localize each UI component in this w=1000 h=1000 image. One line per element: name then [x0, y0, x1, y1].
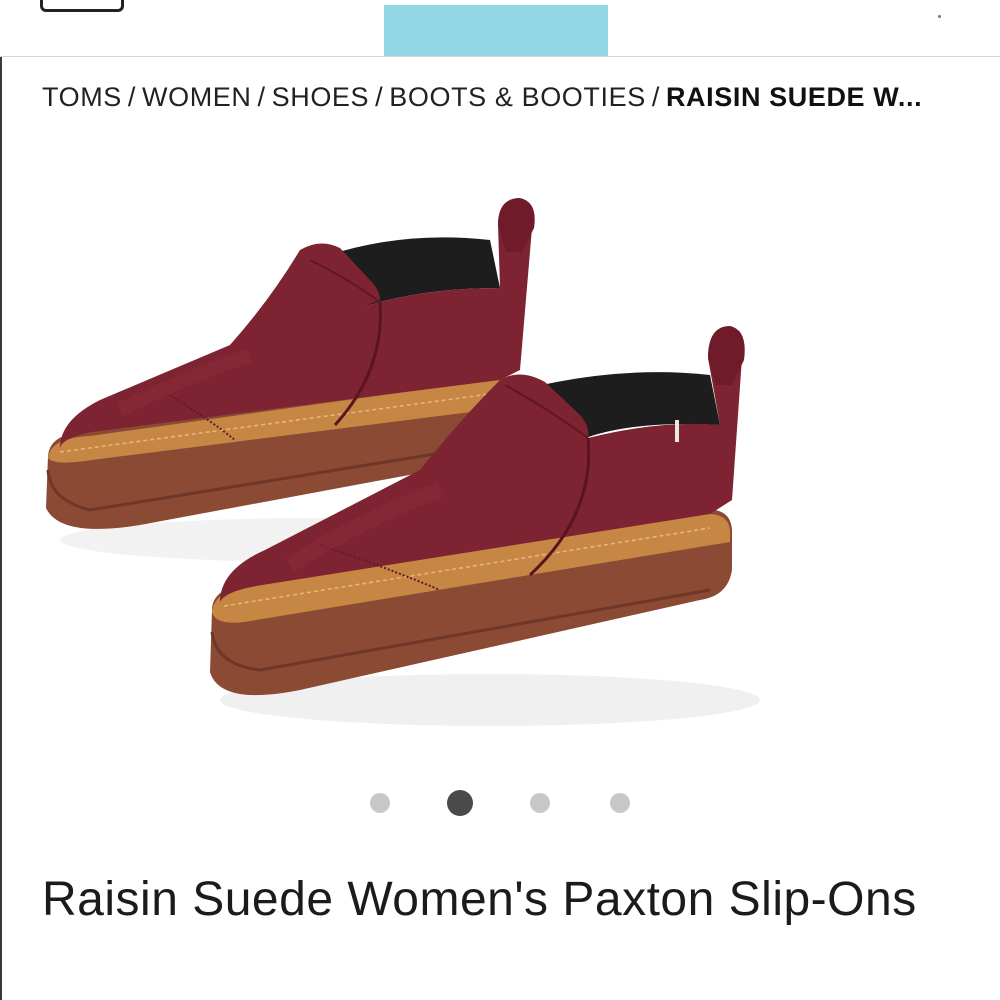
breadcrumb-link-shoes[interactable]: SHOES — [272, 82, 370, 112]
boots-image-icon — [46, 198, 760, 726]
header-divider — [0, 56, 1000, 57]
carousel-dot-2-active[interactable] — [447, 790, 473, 816]
product-title: Raisin Suede Women's Paxton Slip-Ons — [42, 873, 917, 926]
window-left-edge — [0, 0, 2, 1000]
breadcrumb-separator: / — [651, 82, 660, 112]
menu-button[interactable] — [40, 0, 124, 12]
breadcrumb: TOMS / WOMEN / SHOES / BOOTS & BOOTIES / RAISIN … — [42, 82, 972, 118]
breadcrumb-separator: / — [127, 82, 137, 112]
carousel-dot-1[interactable] — [370, 793, 390, 813]
breadcrumb-link-toms[interactable]: TOMS — [42, 82, 122, 112]
carousel-dot-4[interactable] — [610, 793, 630, 813]
carousel-dot-3[interactable] — [530, 793, 550, 813]
breadcrumb-current: RAISIN SUEDE W... — [665, 82, 923, 112]
breadcrumb-link-boots-booties[interactable]: BOOTS & BOOTIES — [389, 82, 646, 112]
breadcrumb-separator: / — [375, 82, 384, 112]
header-dot-icon — [938, 15, 941, 18]
promo-tab[interactable] — [384, 5, 608, 56]
product-image[interactable] — [20, 170, 980, 760]
breadcrumb-link-women[interactable]: WOMEN — [142, 82, 251, 112]
site-header — [0, 0, 1000, 57]
carousel-dots — [368, 790, 638, 816]
breadcrumb-separator: / — [257, 82, 266, 112]
